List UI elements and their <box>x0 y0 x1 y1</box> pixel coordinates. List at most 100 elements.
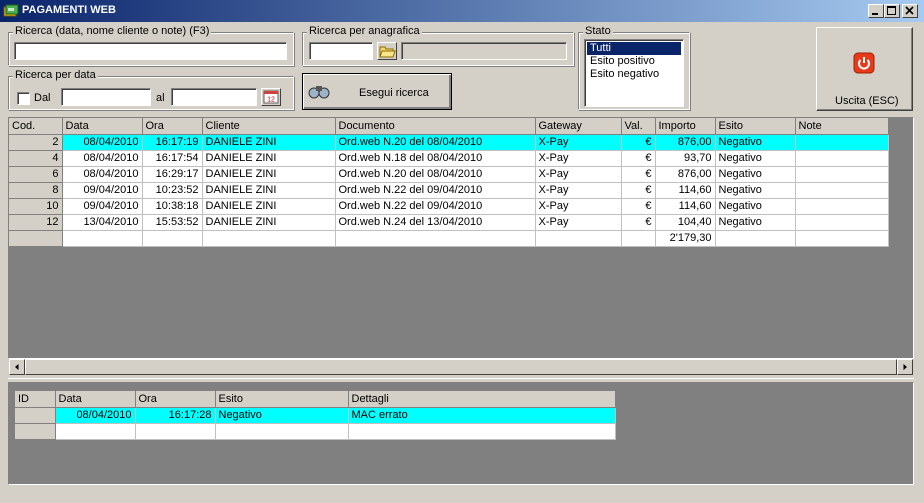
table-row[interactable]: 8 09/04/2010 10:23:52 DANIELE ZINI Ord.w… <box>9 182 889 199</box>
cell-ora: 10:23:52 <box>142 182 203 199</box>
search-input[interactable] <box>14 42 287 60</box>
col-cliente[interactable]: Cliente <box>202 118 336 135</box>
execute-search-button[interactable]: Esegui ricerca <box>302 73 452 110</box>
stato-label: Stato <box>583 25 613 37</box>
detail-cell-id <box>15 407 56 424</box>
cell-documento: Ord.web N.24 del 13/04/2010 <box>335 214 536 231</box>
exit-label: Uscita (ESC) <box>835 95 899 107</box>
total-row: 2'179,30 <box>9 230 889 247</box>
date-search-label: Ricerca per data <box>13 69 98 81</box>
stato-option-tutti[interactable]: Tutti <box>587 42 681 55</box>
detail-col-dettagli[interactable]: Dettagli <box>348 391 616 408</box>
cell-cod: 2 <box>9 134 63 151</box>
detail-col-ora[interactable]: Ora <box>135 391 216 408</box>
col-importo[interactable]: Importo <box>655 118 716 135</box>
cell-esito: Negativo <box>715 134 796 151</box>
col-val[interactable]: Val. <box>621 118 656 135</box>
cell-data: 13/04/2010 <box>62 214 143 231</box>
dal-checkbox[interactable] <box>17 92 30 105</box>
detail-grid[interactable]: ID Data Ora Esito Dettagli 08/04/2010 16… <box>8 382 914 485</box>
cell-gateway: X-Pay <box>535 166 622 183</box>
cell-cod: 6 <box>9 166 63 183</box>
detail-cell-dettagli: MAC errato <box>348 407 616 424</box>
table-row[interactable]: 2 08/04/2010 16:17:19 DANIELE ZINI Ord.w… <box>9 134 889 151</box>
cell-gateway: X-Pay <box>535 134 622 151</box>
cell-data: 08/04/2010 <box>62 134 143 151</box>
dal-date-field[interactable] <box>61 88 151 106</box>
calendar-icon-text: 12 <box>267 97 275 104</box>
cell-gateway: X-Pay <box>535 198 622 215</box>
cell-note <box>795 214 889 231</box>
cell-data: 08/04/2010 <box>62 150 143 167</box>
cell-gateway: X-Pay <box>535 182 622 199</box>
payments-header-row: Cod. Data Ora Cliente Documento Gateway … <box>9 118 889 135</box>
scroll-thumb[interactable] <box>25 359 897 375</box>
payments-grid[interactable]: Cod. Data Ora Cliente Documento Gateway … <box>8 117 914 359</box>
anagrafica-name-field <box>401 42 567 60</box>
detail-row[interactable]: 08/04/2010 16:17:28 Negativo MAC errato <box>15 407 616 424</box>
stato-listbox[interactable]: Tutti Esito positivo Esito negativo <box>584 39 684 107</box>
cell-val: € <box>621 166 656 183</box>
cell-val: € <box>621 198 656 215</box>
cell-cod: 10 <box>9 198 63 215</box>
cell-importo: 876,00 <box>655 166 716 183</box>
cell-esito: Negativo <box>715 166 796 183</box>
scroll-right-button[interactable] <box>897 359 913 375</box>
cell-documento: Ord.web N.20 del 08/04/2010 <box>335 134 536 151</box>
title-bar[interactable]: PAGAMENTI WEB <box>0 0 924 22</box>
cell-documento: Ord.web N.22 del 09/04/2010 <box>335 182 536 199</box>
al-date-field[interactable] <box>171 88 257 106</box>
col-cod[interactable]: Cod. <box>9 118 63 135</box>
execute-search-label: Esegui ricerca <box>359 87 429 99</box>
col-gateway[interactable]: Gateway <box>535 118 622 135</box>
cell-importo: 93,70 <box>655 150 716 167</box>
close-button[interactable] <box>902 4 918 18</box>
cell-cod: 12 <box>9 214 63 231</box>
col-data[interactable]: Data <box>62 118 143 135</box>
stato-option-positivo[interactable]: Esito positivo <box>587 55 681 68</box>
cell-data: 09/04/2010 <box>62 198 143 215</box>
col-esito[interactable]: Esito <box>715 118 796 135</box>
cell-esito: Negativo <box>715 182 796 199</box>
anagrafica-code-field[interactable] <box>309 42 373 60</box>
minimize-icon <box>872 13 878 15</box>
minimize-button[interactable] <box>868 4 884 18</box>
cell-val: € <box>621 182 656 199</box>
calendar-icon: 12 <box>263 90 279 104</box>
col-note[interactable]: Note <box>795 118 889 135</box>
cell-cod: 4 <box>9 150 63 167</box>
folder-button[interactable] <box>377 42 397 60</box>
cell-documento: Ord.web N.18 del 08/04/2010 <box>335 150 536 167</box>
binoculars-icon <box>308 86 330 99</box>
detail-col-id[interactable]: ID <box>15 391 56 408</box>
cell-val: € <box>621 134 656 151</box>
detail-col-esito[interactable]: Esito <box>215 391 349 408</box>
stato-option-negativo[interactable]: Esito negativo <box>587 68 681 81</box>
detail-header-row: ID Data Ora Esito Dettagli <box>15 391 616 408</box>
cell-esito: Negativo <box>715 150 796 167</box>
table-row[interactable]: 12 13/04/2010 15:53:52 DANIELE ZINI Ord.… <box>9 214 889 231</box>
cell-gateway: X-Pay <box>535 214 622 231</box>
exit-button[interactable]: Uscita (ESC) <box>816 27 913 111</box>
maximize-button[interactable] <box>884 4 900 18</box>
scroll-left-button[interactable] <box>9 359 25 375</box>
cell-documento: Ord.web N.20 del 08/04/2010 <box>335 166 536 183</box>
power-icon <box>853 52 875 74</box>
maximize-icon <box>887 6 896 15</box>
detail-col-data[interactable]: Data <box>55 391 136 408</box>
cell-cod: 8 <box>9 182 63 199</box>
cell-cliente: DANIELE ZINI <box>202 166 336 183</box>
table-row[interactable]: 10 09/04/2010 10:38:18 DANIELE ZINI Ord.… <box>9 198 889 215</box>
table-row[interactable]: 6 08/04/2010 16:29:17 DANIELE ZINI Ord.w… <box>9 166 889 183</box>
calendar-button[interactable]: 12 <box>261 88 281 106</box>
horizontal-scrollbar[interactable] <box>9 359 913 375</box>
detail-cell-data: 08/04/2010 <box>55 407 136 424</box>
app-icon <box>3 4 19 17</box>
table-row[interactable]: 4 08/04/2010 16:17:54 DANIELE ZINI Ord.w… <box>9 150 889 167</box>
col-ora[interactable]: Ora <box>142 118 203 135</box>
cell-data: 09/04/2010 <box>62 182 143 199</box>
col-documento[interactable]: Documento <box>335 118 536 135</box>
detail-empty-row[interactable] <box>15 423 616 440</box>
cell-documento: Ord.web N.22 del 09/04/2010 <box>335 198 536 215</box>
total-importo: 2'179,30 <box>655 230 716 247</box>
